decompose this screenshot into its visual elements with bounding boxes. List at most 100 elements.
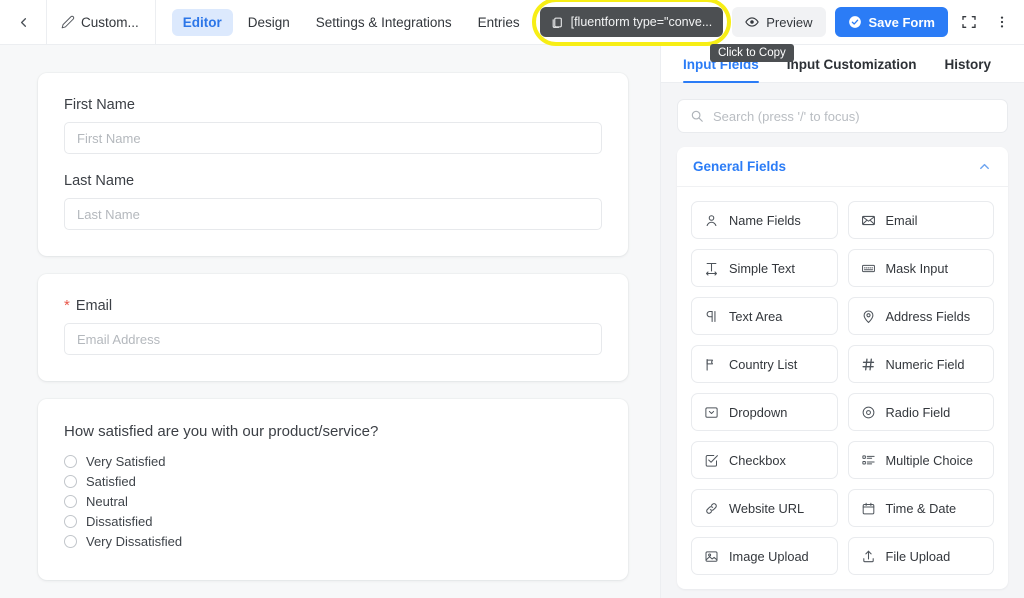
field-button-website-url[interactable]: Website URL <box>691 489 838 527</box>
satisfaction-question: How satisfied are you with our product/s… <box>64 423 379 440</box>
radio-option-very-dissatisfied[interactable]: Very Dissatisfied <box>64 534 602 549</box>
search-icon <box>690 109 704 123</box>
first-name-input[interactable]: First Name <box>64 122 602 154</box>
radio-circle-icon <box>64 475 77 488</box>
calendar-icon <box>861 501 876 516</box>
radio-label: Satisfied <box>86 474 136 489</box>
map-pin-icon <box>861 309 876 324</box>
first-name-label: First Name <box>64 97 135 113</box>
field-button-radio-field[interactable]: Radio Field <box>847 393 994 431</box>
first-name-placeholder: First Name <box>77 130 141 146</box>
save-form-button[interactable]: Save Form <box>834 7 948 37</box>
email-input[interactable]: Email Address <box>64 323 602 355</box>
field-button-address-fields[interactable]: Address Fields <box>847 297 994 335</box>
radio-circle-icon <box>64 455 77 468</box>
field-label: Text Area <box>729 308 783 324</box>
radio-circle-icon <box>64 495 77 508</box>
field-button-simple-text[interactable]: Simple Text <box>691 249 838 287</box>
field-label: Multiple Choice <box>885 452 974 468</box>
field-button-image-upload[interactable]: Image Upload <box>691 537 838 575</box>
envelope-icon <box>861 213 876 228</box>
field-label: * Email <box>64 298 602 314</box>
field-button-text-area[interactable]: Text Area <box>691 297 838 335</box>
form-title[interactable]: Custom... <box>46 0 156 44</box>
field-button-checkbox[interactable]: Checkbox <box>691 441 838 479</box>
general-fields-title: General Fields <box>693 159 787 174</box>
email-placeholder: Email Address <box>77 331 161 347</box>
image-icon <box>704 549 719 564</box>
click-to-copy-tooltip: Click to Copy <box>710 44 794 62</box>
more-options-button[interactable] <box>990 8 1014 36</box>
chevron-up-icon[interactable] <box>977 159 992 174</box>
form-title-text: Custom... <box>81 14 139 30</box>
last-name-label: Last Name <box>64 173 135 189</box>
tab-design[interactable]: Design <box>237 9 301 36</box>
radio-option-very-satisfied[interactable]: Very Satisfied <box>64 454 602 469</box>
field-label: Simple Text <box>729 260 795 276</box>
pencil-icon <box>61 15 75 29</box>
fullscreen-button[interactable] <box>957 8 981 36</box>
field-label: Country List <box>729 356 798 372</box>
radio-option-satisfied[interactable]: Satisfied <box>64 474 602 489</box>
preview-label: Preview <box>766 14 813 30</box>
search-box[interactable] <box>677 99 1008 133</box>
user-icon <box>704 213 719 228</box>
form-builder-app: Custom... Editor Design Settings & Integ… <box>0 0 1024 598</box>
eye-icon <box>745 15 760 29</box>
field-button-multiple-choice[interactable]: Multiple Choice <box>847 441 994 479</box>
search-input[interactable] <box>713 108 995 124</box>
field-button-time-date[interactable]: Time & Date <box>847 489 994 527</box>
form-card-email[interactable]: * Email Email Address <box>38 274 628 381</box>
field-button-country-list[interactable]: Country List <box>691 345 838 383</box>
list-choice-icon <box>861 453 876 468</box>
field-button-name-fields[interactable]: Name Fields <box>691 201 838 239</box>
field-label: Dropdown <box>729 404 788 420</box>
fullscreen-icon <box>961 14 977 30</box>
last-name-input[interactable]: Last Name <box>64 198 602 230</box>
email-label: Email <box>75 298 113 314</box>
radio-option-dissatisfied[interactable]: Dissatisfied <box>64 514 602 529</box>
tab-input-customization[interactable]: Input Customization <box>787 57 917 82</box>
field-grid: Name Fields Email Simple Text Mask Input… <box>677 187 1008 589</box>
form-card-satisfaction[interactable]: How satisfied are you with our product/s… <box>38 399 628 580</box>
field-label: Mask Input <box>885 260 949 276</box>
field-label: Name Fields <box>729 212 801 228</box>
copy-icon <box>551 16 564 29</box>
save-form-label: Save Form <box>868 14 935 30</box>
field-label: Address Fields <box>885 308 971 324</box>
panel-body: General Fields Name Fields Email <box>661 83 1024 598</box>
chevron-left-icon <box>16 15 31 30</box>
flag-icon <box>704 357 719 372</box>
tab-settings-integrations[interactable]: Settings & Integrations <box>305 9 463 36</box>
tab-editor[interactable]: Editor <box>171 8 233 36</box>
field-button-email[interactable]: Email <box>847 201 994 239</box>
field-label: First Name <box>64 97 602 113</box>
general-fields-header[interactable]: General Fields <box>677 147 1008 187</box>
dropdown-icon <box>704 405 719 420</box>
tab-history[interactable]: History <box>944 57 991 82</box>
form-card-name[interactable]: First Name First Name Last Name Last Nam… <box>38 73 628 256</box>
radio-label: Very Dissatisfied <box>86 534 183 549</box>
checkbox-icon <box>704 453 719 468</box>
form-canvas: First Name First Name Last Name Last Nam… <box>0 45 660 598</box>
shortcode-copy-button[interactable]: [fluentform type="conve... <box>531 0 732 46</box>
last-name-placeholder: Last Name <box>77 206 140 222</box>
field-label: Radio Field <box>885 404 951 420</box>
back-button[interactable] <box>0 0 46 44</box>
field-button-numeric-field[interactable]: Numeric Field <box>847 345 994 383</box>
field-label: Checkbox <box>729 452 786 468</box>
hash-icon <box>861 357 876 372</box>
field-button-file-upload[interactable]: File Upload <box>847 537 994 575</box>
preview-button[interactable]: Preview <box>732 7 826 37</box>
radio-option-neutral[interactable]: Neutral <box>64 494 602 509</box>
tab-entries[interactable]: Entries <box>467 9 531 36</box>
more-vertical-icon <box>994 14 1010 30</box>
paragraph-icon <box>704 309 719 324</box>
field-button-dropdown[interactable]: Dropdown <box>691 393 838 431</box>
link-icon <box>704 501 719 516</box>
general-fields-group: General Fields Name Fields Email Simple … <box>677 147 1008 589</box>
field-button-mask-input[interactable]: Mask Input <box>847 249 994 287</box>
top-toolbar: Custom... Editor Design Settings & Integ… <box>0 0 1024 46</box>
radio-circle-icon <box>64 535 77 548</box>
text-width-icon <box>704 261 719 276</box>
